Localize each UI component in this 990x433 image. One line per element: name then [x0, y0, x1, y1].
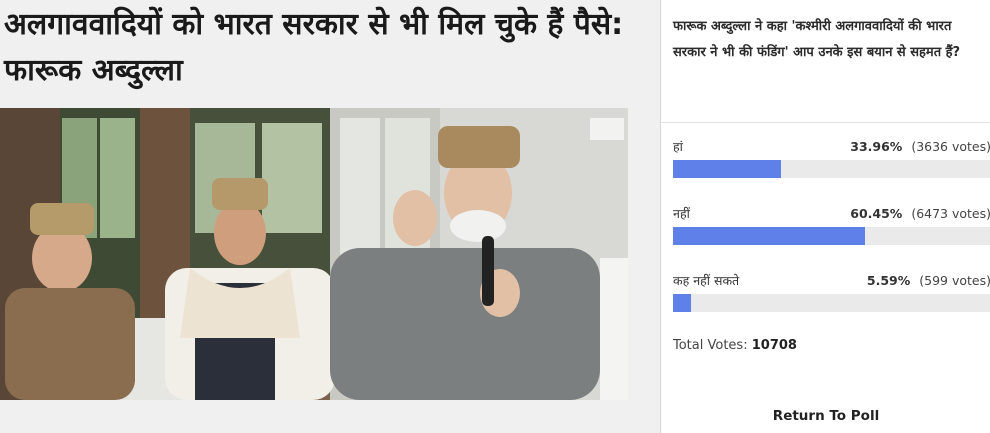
poll-option-votes: (599 votes) — [919, 273, 990, 288]
article: अलगाववादियों को भारत सरकार से भी मिल चुक… — [0, 0, 660, 433]
poll-widget: फारूक अब्दुल्ला ने कहा 'कश्मीरी अलगाववाद… — [660, 0, 990, 433]
poll-result-bar — [673, 160, 990, 178]
poll-divider — [661, 122, 990, 123]
poll-total-value: 10708 — [751, 338, 797, 353]
poll-result-bar — [673, 227, 990, 245]
poll-option-label: हां — [673, 139, 683, 154]
photo-illustration — [0, 108, 628, 400]
poll-question: फारूक अब्दुल्ला ने कहा 'कश्मीरी अलगाववाद… — [673, 19, 961, 60]
poll-result-bar-fill — [673, 294, 691, 312]
poll-option-label: नहीं — [673, 206, 690, 221]
poll-result-bar-fill — [673, 160, 781, 178]
return-to-poll-button[interactable]: Return To Poll — [661, 408, 990, 424]
poll-option-percent: 5.59% — [866, 273, 911, 288]
poll-option-cant-say: कह नहीं सकते 5.59% (599 votes) — [673, 272, 990, 312]
poll-total-votes: Total Votes: 10708 — [673, 338, 797, 353]
poll-result-bar-fill — [673, 227, 866, 245]
article-photo — [0, 108, 628, 400]
poll-option-yes: हां 33.96% (3636 votes) — [673, 138, 990, 178]
poll-option-percent: 60.45% — [850, 206, 903, 221]
article-headline: अलगाववादियों को भारत सरकार से भी मिल चुक… — [4, 7, 624, 88]
poll-option-votes: (3636 votes) — [911, 139, 990, 154]
poll-option-label: कह नहीं सकते — [673, 273, 740, 288]
poll-option-percent: 33.96% — [850, 139, 903, 154]
poll-option-no: नहीं 60.45% (6473 votes) — [673, 205, 990, 245]
poll-total-label: Total Votes: — [673, 338, 748, 353]
poll-result-bar — [673, 294, 990, 312]
poll-option-votes: (6473 votes) — [911, 206, 990, 221]
